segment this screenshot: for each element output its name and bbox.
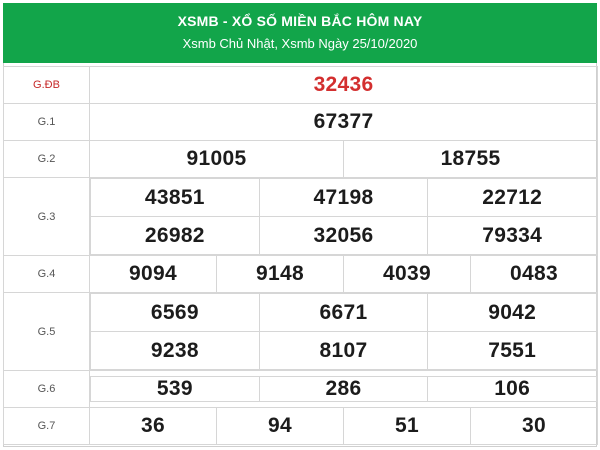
prize-number-g6: 286 <box>258 376 429 402</box>
prize-number-g7: 51 <box>343 407 471 445</box>
results-table: G.ĐB 32436 G.1 67377 G.2 91005 18755 G.3… <box>3 66 599 445</box>
prize-number-g2: 18755 <box>342 140 599 178</box>
prize-number-g3: 43851 <box>90 178 260 217</box>
prize-number-g5: 6671 <box>258 293 429 332</box>
prize-row-g3: G.3 43851 47198 22712 26982 32056 79334 <box>3 177 599 256</box>
prize-label-db: G.ĐB <box>3 66 90 104</box>
prize-number-g6: 539 <box>90 376 260 402</box>
prize-label-g5: G.5 <box>3 292 90 371</box>
prize-row-db: G.ĐB 32436 <box>3 66 599 104</box>
prize-number-g7: 30 <box>469 407 599 445</box>
prize-number-g4: 9148 <box>216 255 344 293</box>
prize-number-g3: 32056 <box>258 216 429 255</box>
prize-row-g5: G.5 6569 6671 9042 9238 8107 7551 <box>3 292 599 371</box>
prize-label-g3: G.3 <box>3 177 90 256</box>
prize-label-g2: G.2 <box>3 140 90 178</box>
prize-row-g6: G.6 539 286 106 <box>3 370 599 408</box>
prize-label-g4: G.4 <box>3 255 90 293</box>
prize-number-db: 32436 <box>88 66 599 104</box>
prize-number-g3: 26982 <box>90 216 260 255</box>
prize-number-g3: 79334 <box>427 216 597 255</box>
prize-number-g4: 9094 <box>89 255 217 293</box>
prize-number-g5: 7551 <box>427 331 597 370</box>
prize-number-g7: 36 <box>89 407 217 445</box>
prize-number-g5: 6569 <box>90 293 260 332</box>
prize-number-g2: 91005 <box>89 140 344 178</box>
prize-number-g4: 0483 <box>469 255 599 293</box>
prize-number-g7: 94 <box>216 407 344 445</box>
prize-number-g3: 47198 <box>258 178 429 217</box>
prize-row-g1: G.1 67377 <box>3 103 599 141</box>
prize-row-g2: G.2 91005 18755 <box>3 140 599 178</box>
prize-number-g5: 9042 <box>427 293 597 332</box>
header-subtitle: Xsmb Chủ Nhật, Xsmb Ngày 25/10/2020 <box>182 36 418 51</box>
header-title: XSMB - XỔ SỐ MIỀN BẮC HÔM NAY <box>177 13 423 29</box>
results-header: XSMB - XỔ SỐ MIỀN BẮC HÔM NAY Xsmb Chủ N… <box>3 3 597 63</box>
prize-number-g4: 4039 <box>343 255 471 293</box>
prize-row-g4: G.4 9094 9148 4039 0483 <box>3 255 599 293</box>
prize-number-g6: 106 <box>427 376 597 402</box>
prize-label-g1: G.1 <box>3 103 90 141</box>
prize-row-g7: G.7 36 94 51 30 <box>3 407 599 445</box>
prize-number-g3: 22712 <box>427 178 597 217</box>
prize-label-g7: G.7 <box>3 407 90 445</box>
prize-number-g1: 67377 <box>88 103 599 141</box>
prize-number-g5: 8107 <box>258 331 429 370</box>
prize-label-g6: G.6 <box>3 370 90 408</box>
prize-number-g5: 9238 <box>90 331 260 370</box>
